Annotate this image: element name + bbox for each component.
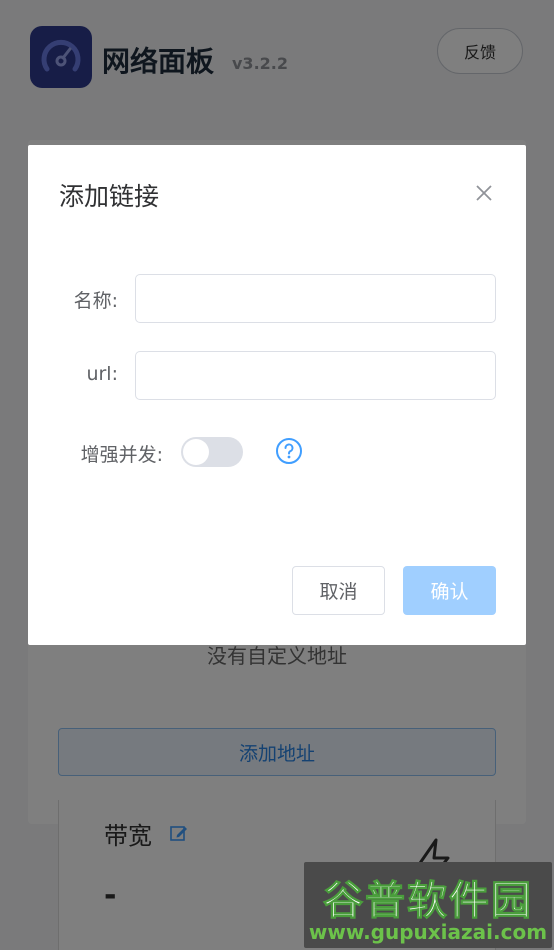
- site-watermark: 谷普软件园 www.gupuxiazai.com: [304, 862, 552, 948]
- question-circle-icon[interactable]: [275, 437, 303, 469]
- add-link-dialog: 添加链接 名称: url: 增强并发: 取消 确认: [28, 145, 526, 645]
- watermark-title: 谷普软件园: [323, 878, 533, 925]
- url-input[interactable]: [135, 351, 496, 400]
- enhance-concurrency-label: 增强并发:: [80, 444, 163, 466]
- cancel-button[interactable]: 取消: [292, 566, 385, 615]
- close-icon[interactable]: [470, 179, 498, 207]
- name-label: 名称:: [73, 290, 118, 312]
- confirm-button[interactable]: 确认: [403, 566, 496, 615]
- switch-knob: [183, 439, 209, 465]
- dialog-title: 添加链接: [59, 182, 160, 211]
- watermark-url: www.gupuxiazai.com: [308, 920, 548, 944]
- enhance-concurrency-switch[interactable]: [181, 437, 243, 467]
- name-input[interactable]: [135, 274, 496, 323]
- url-label: url:: [86, 363, 118, 385]
